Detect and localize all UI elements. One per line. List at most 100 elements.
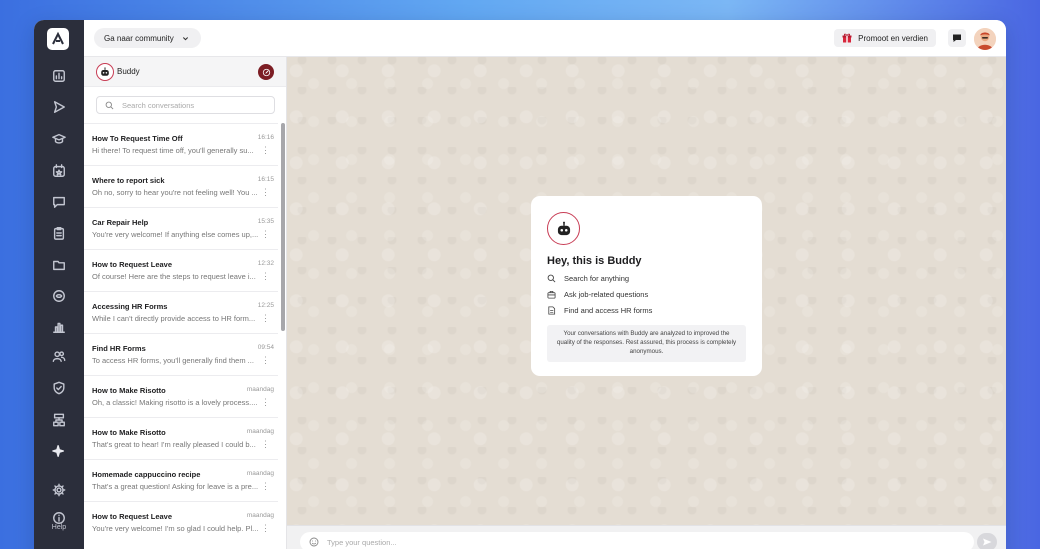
welcome-heading: Hey, this is Buddy: [547, 255, 642, 267]
more-options-icon[interactable]: ⋮: [261, 356, 270, 365]
conversation-title: Car Repair Help: [92, 218, 149, 227]
conversation-title: How to Request Leave: [92, 260, 173, 269]
more-options-icon[interactable]: ⋮: [261, 398, 270, 407]
more-options-icon[interactable]: ⋮: [261, 230, 270, 239]
app-logo[interactable]: [47, 28, 69, 50]
document-icon: [548, 306, 556, 315]
conversation-title: Where to report sick: [92, 176, 165, 185]
chart-icon[interactable]: [49, 317, 69, 337]
briefcase-icon: [547, 290, 556, 299]
dashboard-icon[interactable]: [49, 66, 69, 86]
assistant-header: Buddy: [84, 57, 286, 87]
conversation-time: maandag: [246, 386, 274, 393]
users-icon[interactable]: [49, 346, 69, 366]
chat-icon[interactable]: [49, 192, 69, 212]
message-input[interactable]: [327, 537, 927, 547]
top-bar: Ga naar community Promoot en verdien: [84, 20, 1006, 57]
chevron-down-icon: [182, 36, 188, 40]
more-options-icon[interactable]: ⋮: [261, 524, 270, 533]
emoji-icon[interactable]: [309, 537, 319, 547]
buddy-avatar-large: [547, 212, 580, 245]
conversation-time: 12:25: [257, 302, 274, 309]
gift-icon[interactable]: [49, 286, 69, 306]
conversation-item[interactable]: How to Request Leave 12:32 Of course! Here…: [84, 249, 278, 291]
conversation-item[interactable]: Accessing HR Forms 12:25 While I can't dir…: [84, 291, 278, 333]
conversation-time: 15:35: [257, 218, 274, 225]
compose-icon: [262, 68, 270, 76]
feature-label: Find and access HR forms: [564, 306, 653, 315]
conversation-time: maandag: [246, 512, 274, 519]
more-options-icon[interactable]: ⋮: [261, 272, 270, 281]
conversation-item[interactable]: How To Request Time Off 16:16 Hi there! To…: [84, 123, 278, 165]
conversation-item[interactable]: How to Make Risotto maandag That's great t…: [84, 417, 278, 459]
robot-icon: [557, 221, 570, 235]
privacy-note: Your conversations with Buddy are analyz…: [547, 325, 746, 362]
settings-icon[interactable]: [49, 480, 69, 500]
help-label[interactable]: Help: [34, 524, 84, 531]
conversation-time: 12:32: [257, 260, 274, 267]
conversation-preview: While I can't directly provide access to…: [92, 314, 256, 323]
search-icon: [105, 101, 114, 109]
promote-label: Promoot en verdien: [858, 33, 928, 43]
feature-item: Search for anything: [547, 274, 746, 283]
feature-item: Find and access HR forms: [547, 306, 746, 315]
conversation-item[interactable]: Where to report sick 16:15 Oh no, sorry to…: [84, 165, 278, 207]
search-icon: [547, 274, 556, 283]
assistant-name: Buddy: [117, 67, 140, 76]
conversation-item[interactable]: Find HR Forms 09:54 To access HR forms, yo…: [84, 333, 278, 375]
user-avatar[interactable]: [974, 28, 996, 50]
conversation-time: 16:16: [257, 134, 274, 141]
more-options-icon[interactable]: ⋮: [261, 440, 270, 449]
community-label: Ga naar community: [104, 33, 174, 43]
conversation-preview: Oh no, sorry to hear you're not feeling …: [92, 188, 258, 197]
conversation-time: 16:15: [257, 176, 274, 183]
search-box[interactable]: [96, 96, 275, 114]
conversation-title: Find HR Forms: [92, 344, 146, 353]
more-options-icon[interactable]: ⋮: [261, 188, 270, 197]
conversation-sidebar: Buddy How To Request Time Off 16:16Hi the…: [84, 57, 287, 549]
promote-button[interactable]: Promoot en verdien: [834, 29, 936, 47]
feature-label: Ask job-related questions: [564, 290, 649, 299]
conversation-preview: To access HR forms, you'll generally fin…: [92, 356, 254, 365]
welcome-card: Hey, this is Buddy Search for anything A…: [531, 196, 762, 376]
nav-rail: Help: [34, 20, 84, 549]
conversation-item[interactable]: How to Request Leave maandag You're very w…: [84, 501, 278, 543]
conversation-preview: You're very welcome! I'm so glad I could…: [92, 524, 259, 533]
message-box[interactable]: [300, 532, 974, 549]
sidebar-scrollbar[interactable]: [281, 123, 285, 331]
folder-icon[interactable]: [49, 255, 69, 275]
conversation-list: How To Request Time Off 16:16 Hi there! To…: [84, 123, 278, 549]
more-options-icon[interactable]: ⋮: [261, 482, 270, 491]
conversation-preview: Of course! Here are the steps to request…: [92, 272, 256, 281]
conversation-preview: That's a great question! Asking for leav…: [92, 482, 259, 491]
conversation-preview: You're very welcome! If anything else co…: [92, 230, 259, 239]
send-icon[interactable]: [49, 97, 69, 117]
conversation-preview: Hi there! To request time off, you'll ge…: [92, 146, 254, 155]
new-chat-button[interactable]: [258, 64, 274, 80]
search-input[interactable]: [122, 100, 262, 110]
messages-button[interactable]: [948, 29, 966, 47]
conversation-item[interactable]: Homemade cappuccino recipe maandag That's …: [84, 459, 278, 501]
chat-area: Hey, this is Buddy Search for anything A…: [287, 57, 1006, 549]
composer-bar: [287, 525, 1006, 549]
send-icon: [983, 538, 992, 546]
conversation-item[interactable]: Car Repair Help 15:35 You're very welcome!…: [84, 207, 278, 249]
clipboard-icon[interactable]: [49, 223, 69, 243]
conversation-item[interactable]: How to Make Risotto maandag Oh, a classic!…: [84, 375, 278, 417]
sparkle-icon[interactable]: [49, 441, 69, 461]
gift-box-icon: [842, 33, 852, 43]
more-options-icon[interactable]: ⋮: [261, 146, 270, 155]
conversation-time: 09:54: [257, 344, 274, 351]
app-window: Help Ga naar community Promoot en verdie…: [34, 20, 1006, 549]
calendar-icon[interactable]: [49, 161, 69, 181]
more-options-icon[interactable]: ⋮: [261, 314, 270, 323]
conversation-time: maandag: [246, 470, 274, 477]
robot-icon: [101, 67, 109, 76]
conversation-time: maandag: [246, 428, 274, 435]
academy-icon[interactable]: [49, 129, 69, 149]
org-icon[interactable]: [49, 410, 69, 430]
send-button[interactable]: [977, 533, 997, 549]
shield-icon[interactable]: [49, 378, 69, 398]
conversation-preview: Oh, a classic! Making risotto is a lovel…: [92, 398, 258, 407]
community-dropdown[interactable]: Ga naar community: [94, 28, 201, 48]
